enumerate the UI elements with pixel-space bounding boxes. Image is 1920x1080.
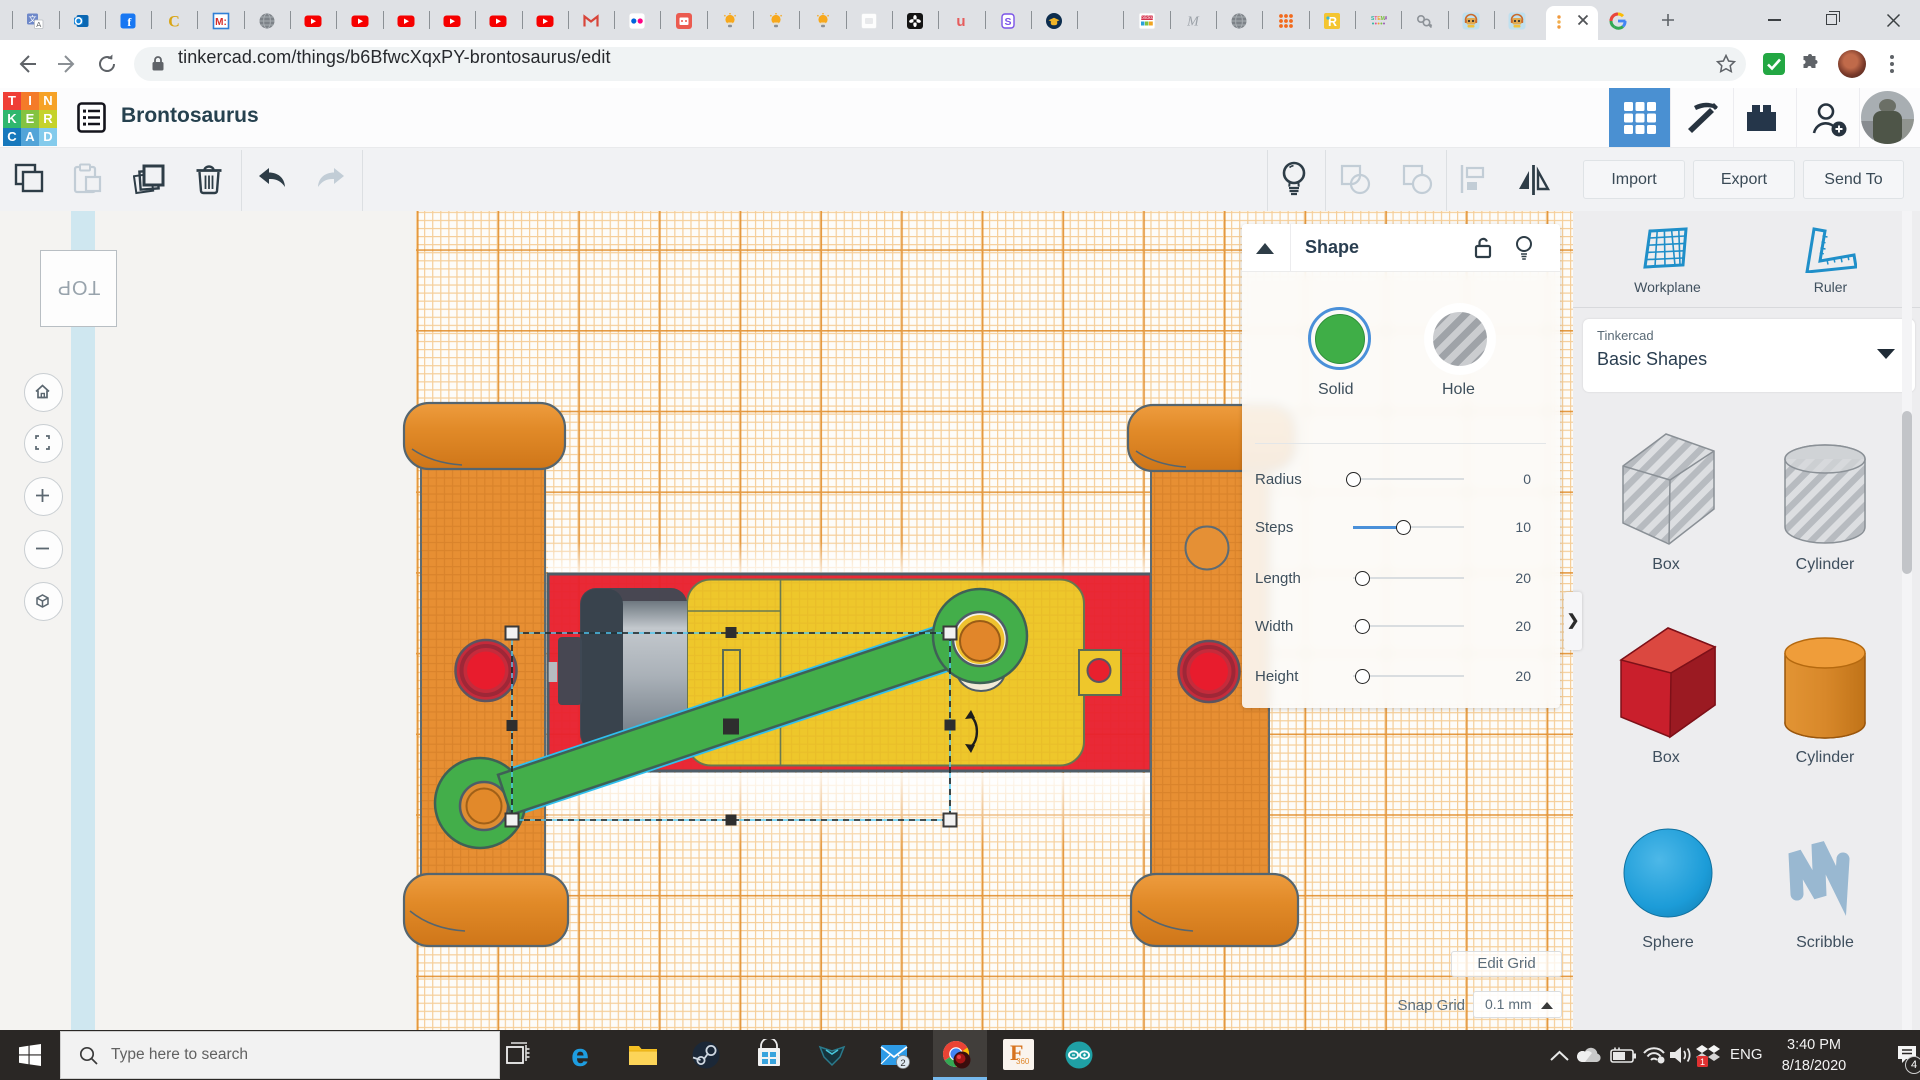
svg-text:Cylinder: Cylinder: [1796, 749, 1855, 766]
svg-text:S: S: [1004, 16, 1011, 28]
svg-text:Cylinder: Cylinder: [1796, 556, 1855, 573]
svg-text:Box: Box: [1652, 556, 1680, 573]
svg-text:C: C: [169, 14, 181, 31]
svg-text:bricks: bricks: [1141, 15, 1154, 20]
svg-text:1: 1: [1700, 1057, 1705, 1067]
svg-text:e: e: [571, 1039, 589, 1071]
svg-text:Box: Box: [1652, 749, 1680, 766]
svg-text:Sphere: Sphere: [1642, 934, 1694, 951]
svg-text:M:: M:: [215, 17, 227, 28]
svg-text:Scribble: Scribble: [1796, 934, 1854, 951]
svg-text:A: A: [1384, 16, 1387, 22]
svg-text:u: u: [957, 13, 966, 30]
svg-text:R: R: [1328, 15, 1337, 29]
svg-text:A: A: [37, 20, 42, 29]
svg-text:M: M: [1186, 15, 1200, 30]
svg-text:2: 2: [900, 1058, 905, 1069]
